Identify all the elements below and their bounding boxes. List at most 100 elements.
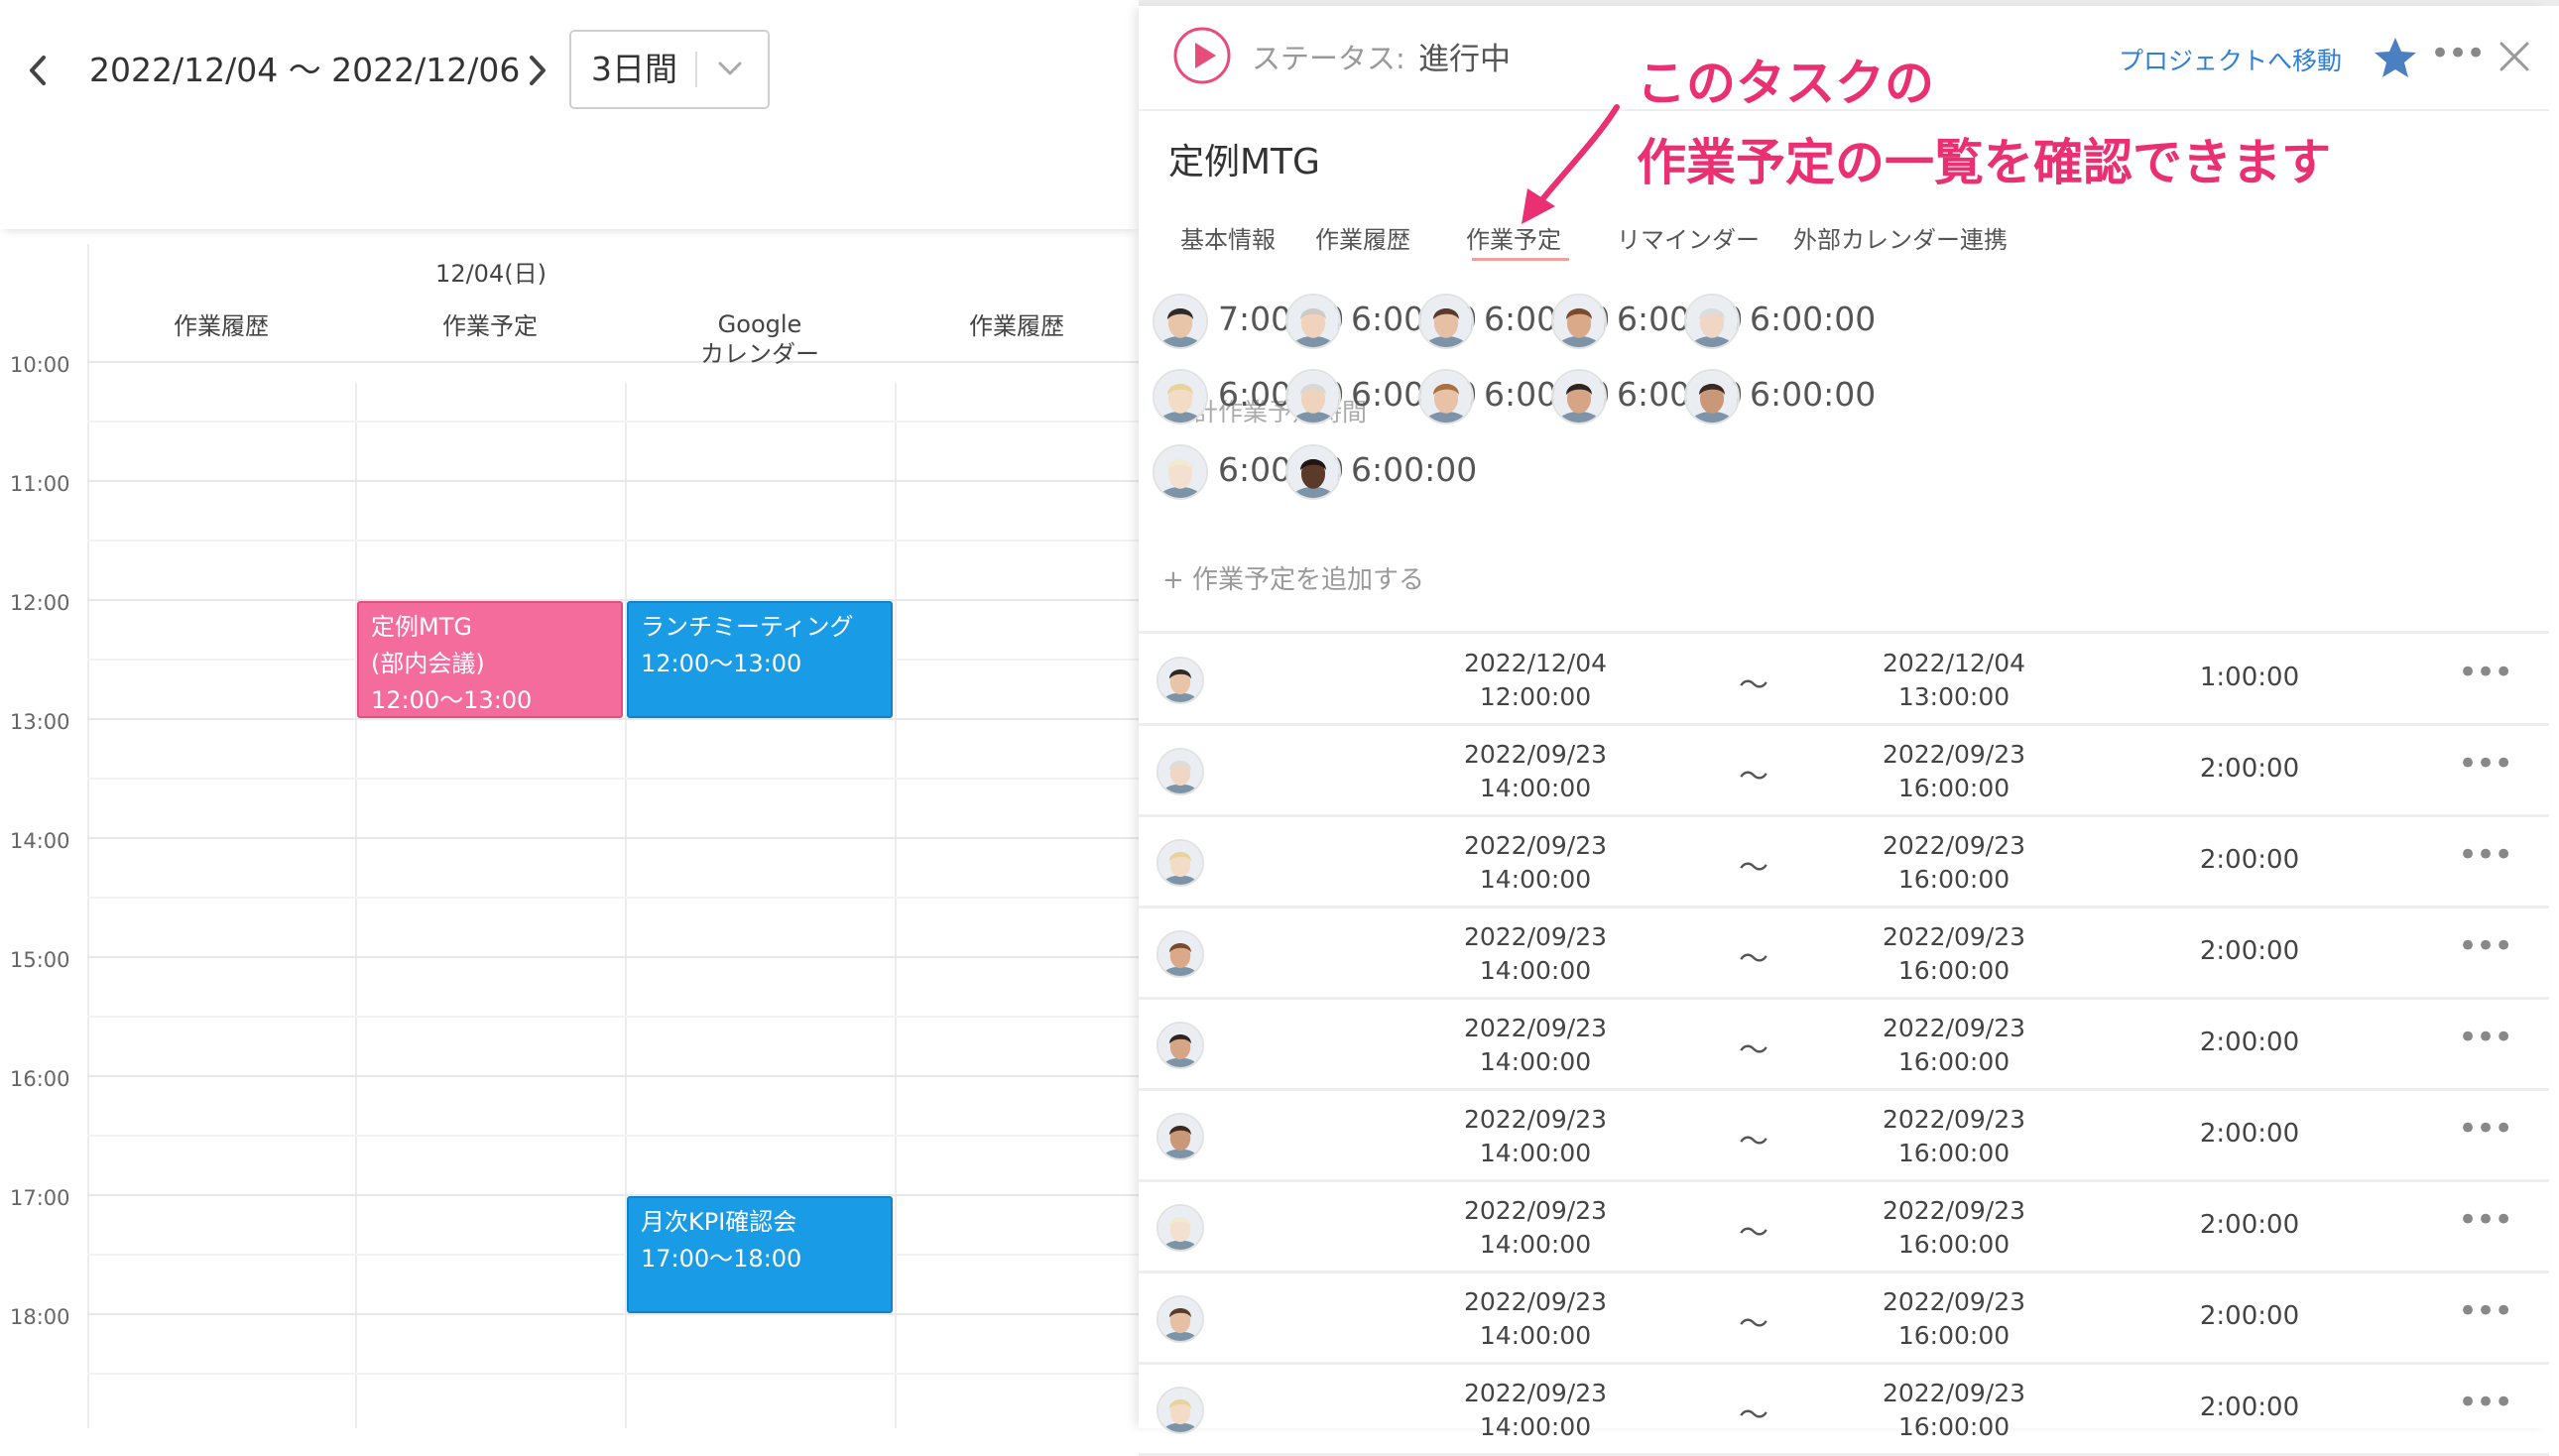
start-date: 2022/09/23 — [1463, 740, 1608, 769]
table-row[interactable]: 2022/09/23 14:00:00 〜 2022/09/23 16:00:00 2:0… — [1139, 1091, 2549, 1182]
avatar — [1157, 748, 1204, 795]
view-range-select[interactable]: 3日間 — [569, 30, 770, 109]
tab-basic-info[interactable]: 基本情報 — [1180, 220, 1276, 255]
close-icon[interactable] — [2490, 32, 2539, 81]
table-row[interactable]: 2022/09/23 14:00:00 〜 2022/09/23 16:00:00 2:0… — [1139, 817, 2549, 909]
table-row[interactable]: 2022/09/23 14:00:00 〜 2022/09/23 16:00:00 2:0… — [1139, 1365, 2549, 1456]
column-header: Google カレンダー — [700, 310, 819, 368]
end-datetime: 2022/09/23 16:00:00 — [1825, 1194, 2083, 1262]
row-more-icon[interactable]: ••• — [2458, 1018, 2513, 1067]
row-more-icon[interactable]: ••• — [2458, 835, 2513, 885]
star-icon[interactable] — [2371, 34, 2420, 83]
calendar-grid: 12/04(日) 作業履歴 作業予定 Google カレンダー 作業履歴 10:00 11… — [0, 234, 1139, 1428]
hour-line — [87, 1194, 1139, 1196]
row-more-icon[interactable]: ••• — [2458, 1200, 2513, 1250]
day-header: 12/04(日) — [435, 260, 547, 288]
end-date: 2022/09/23 — [1882, 1379, 2026, 1407]
time-label: 15:00 — [10, 948, 70, 972]
avatar — [1285, 369, 1341, 425]
start-time: 14:00:00 — [1479, 1230, 1592, 1259]
play-icon[interactable] — [1172, 26, 1232, 85]
time-label: 16:00 — [10, 1067, 70, 1091]
next-period-button[interactable] — [518, 46, 557, 95]
status-value[interactable]: 進行中 — [1418, 34, 1511, 78]
select-divider — [695, 52, 697, 87]
row-more-icon[interactable]: ••• — [2458, 1291, 2513, 1341]
duration: 2:00:00 — [2199, 754, 2300, 784]
time-label: 13:00 — [10, 710, 70, 734]
task-title[interactable]: 定例MTG — [1168, 133, 1320, 184]
range-separator: 〜 — [1739, 668, 1768, 703]
time-label: 11:00 — [10, 472, 70, 496]
table-row[interactable]: 2022/09/23 14:00:00 〜 2022/09/23 16:00:00 2:0… — [1139, 1274, 2549, 1365]
row-more-icon[interactable]: ••• — [2458, 1109, 2513, 1158]
view-range-value: 3日間 — [591, 50, 677, 88]
start-datetime: 2022/09/23 14:00:00 — [1406, 1194, 1664, 1262]
hour-line — [87, 1313, 1139, 1315]
avatar — [1157, 657, 1204, 704]
end-time: 16:00:00 — [1897, 956, 2011, 985]
planned-time: 6:00:00 — [1351, 450, 1478, 489]
start-datetime: 2022/09/23 14:00:00 — [1406, 738, 1664, 805]
start-date: 2022/09/23 — [1463, 1105, 1608, 1134]
avatar — [1157, 930, 1204, 978]
end-time: 16:00:00 — [1897, 1047, 2011, 1076]
time-label: 18:00 — [10, 1305, 70, 1329]
start-time: 14:00:00 — [1479, 1321, 1592, 1350]
duration: 2:00:00 — [2199, 1393, 2300, 1422]
more-options-icon[interactable]: ••• — [2430, 34, 2486, 83]
duration: 2:00:00 — [2199, 845, 2300, 875]
end-time: 16:00:00 — [1897, 1321, 2011, 1350]
end-date: 2022/09/23 — [1882, 740, 2026, 769]
avatar — [1157, 839, 1204, 887]
start-time: 12:00:00 — [1479, 682, 1592, 711]
date-range-label: 2022/12/04 〜 2022/12/06 — [89, 51, 521, 89]
table-row[interactable]: 2022/09/23 14:00:00 〜 2022/09/23 16:00:00 2:0… — [1139, 909, 2549, 1000]
avatar — [1157, 1204, 1204, 1252]
table-row[interactable]: 2022/09/23 14:00:00 〜 2022/09/23 16:00:00 2:0… — [1139, 1000, 2549, 1091]
end-time: 13:00:00 — [1897, 682, 2011, 711]
end-date: 2022/09/23 — [1882, 1196, 2026, 1225]
calendar-event[interactable]: 月次KPI確認会 17:00〜18:00 — [627, 1196, 893, 1313]
end-date: 2022/09/23 — [1882, 1105, 2026, 1134]
task-detail-panel: ステータス: 進行中 プロジェクトへ移動 ••• 定例MTG 基本情報 作業履歴作… — [1139, 6, 2549, 1456]
end-time: 16:00:00 — [1897, 1139, 2011, 1167]
row-more-icon[interactable]: ••• — [2458, 653, 2513, 702]
end-datetime: 2022/09/23 16:00:00 — [1825, 920, 2083, 988]
add-plan-button[interactable]: + 作業予定を追加する — [1162, 559, 1424, 596]
half-hour-line — [87, 778, 1139, 780]
table-row[interactable]: 2022/12/04 12:00:00 〜 2022/12/04 13:00:00 1:0… — [1139, 635, 2549, 726]
start-date: 2022/09/23 — [1463, 831, 1608, 860]
tab-external-calendar[interactable]: 外部カレンダー連携 — [1793, 220, 2008, 255]
avatar — [1153, 294, 1208, 349]
row-more-icon[interactable]: ••• — [2458, 1383, 2513, 1432]
hour-line — [87, 480, 1139, 482]
half-hour-line — [87, 540, 1139, 542]
calendar-event[interactable]: 定例MTG (部内会議) 12:00〜13:00 — [357, 601, 623, 718]
tab-history[interactable]: 作業履歴 — [1315, 220, 1410, 255]
callout-line-1: このタスクの — [1637, 55, 1934, 112]
hour-line — [87, 1075, 1139, 1077]
prev-period-button[interactable] — [18, 46, 58, 95]
end-time: 16:00:00 — [1897, 865, 2011, 894]
tab-reminder[interactable]: リマインダー — [1617, 220, 1760, 255]
end-datetime: 2022/12/04 13:00:00 — [1825, 647, 2083, 714]
start-date: 2022/09/23 — [1463, 1379, 1608, 1407]
end-time: 16:00:00 — [1897, 774, 2011, 802]
start-datetime: 2022/09/23 14:00:00 — [1406, 1285, 1664, 1353]
range-separator: 〜 — [1739, 942, 1768, 977]
time-label: 17:00 — [10, 1186, 70, 1210]
end-date: 2022/09/23 — [1882, 831, 2026, 860]
duration: 2:00:00 — [2199, 1210, 2300, 1240]
half-hour-line — [87, 1254, 1139, 1256]
table-row[interactable]: 2022/09/23 14:00:00 〜 2022/09/23 16:00:00 2:0… — [1139, 726, 2549, 817]
end-datetime: 2022/09/23 16:00:00 — [1825, 1012, 2083, 1079]
calendar-event[interactable]: ランチミーティング 12:00〜13:00 — [627, 601, 893, 718]
half-hour-line — [87, 897, 1139, 899]
end-time: 16:00:00 — [1897, 1412, 2011, 1441]
row-more-icon[interactable]: ••• — [2458, 744, 2513, 793]
table-row[interactable]: 2022/09/23 14:00:00 〜 2022/09/23 16:00:00 2:0… — [1139, 1182, 2549, 1274]
duration: 2:00:00 — [2199, 936, 2300, 966]
row-more-icon[interactable]: ••• — [2458, 926, 2513, 976]
chevron-right-icon — [530, 56, 546, 85]
